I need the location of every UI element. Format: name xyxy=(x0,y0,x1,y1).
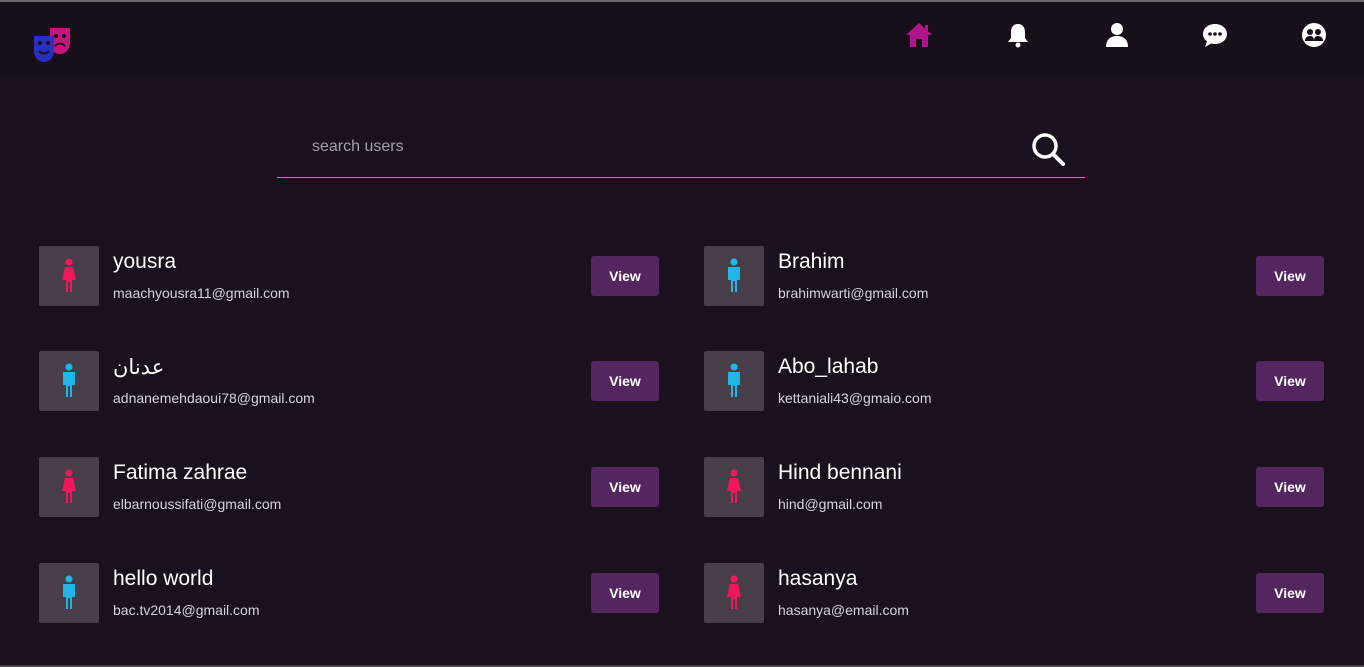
avatar xyxy=(704,246,764,306)
user-name: yousra xyxy=(113,250,177,273)
view-button[interactable]: View xyxy=(591,361,659,401)
male-icon xyxy=(63,575,75,609)
user-email: kettaniali43@gmaio.com xyxy=(778,390,932,406)
female-icon xyxy=(62,258,76,292)
view-button[interactable]: View xyxy=(1256,467,1324,507)
user-name: Fatima zahrae xyxy=(113,461,248,484)
view-button[interactable]: View xyxy=(1256,256,1324,296)
avatar xyxy=(704,563,764,623)
female-icon xyxy=(727,469,741,503)
search-bar xyxy=(277,118,1085,178)
chat-icon[interactable] xyxy=(1200,20,1230,50)
user-card: hello world bac.tv2014@gmail.com View xyxy=(39,563,659,625)
female-icon xyxy=(727,575,741,609)
user-name: Abo_lahab xyxy=(778,355,879,378)
user-name: hello world xyxy=(113,567,214,590)
avatar xyxy=(704,351,764,411)
user-card: Abo_lahab kettaniali43@gmaio.com View xyxy=(704,351,1324,413)
user-email: hasanya@email.com xyxy=(778,602,909,618)
user-name: Brahim xyxy=(778,250,845,273)
user-email: adnanemehdaoui78@gmail.com xyxy=(113,390,315,406)
avatar xyxy=(704,457,764,517)
search-input[interactable] xyxy=(277,118,997,176)
avatar xyxy=(39,563,99,623)
user-card: Fatima zahrae elbarnoussifati@gmail.com … xyxy=(39,457,659,519)
user-card: hasanya hasanya@email.com View xyxy=(704,563,1324,625)
search-icon[interactable] xyxy=(1029,130,1067,168)
avatar xyxy=(39,246,99,306)
view-button[interactable]: View xyxy=(591,573,659,613)
avatar xyxy=(39,351,99,411)
users-circle-icon[interactable] xyxy=(1299,20,1329,50)
user-email: brahimwarti@gmail.com xyxy=(778,285,929,301)
male-icon xyxy=(728,258,740,292)
avatar xyxy=(39,457,99,517)
user-name: عدنان xyxy=(113,356,165,379)
user-card: Hind bennani hind@gmail.com View xyxy=(704,457,1324,519)
user-email: bac.tv2014@gmail.com xyxy=(113,602,260,618)
view-button[interactable]: View xyxy=(1256,361,1324,401)
view-button[interactable]: View xyxy=(1256,573,1324,613)
user-card: yousra maachyousra11@gmail.com View xyxy=(39,246,659,308)
male-icon xyxy=(63,363,75,397)
user-card: Brahim brahimwarti@gmail.com View xyxy=(704,246,1324,308)
user-name: Hind bennani xyxy=(778,461,902,484)
user-email: hind@gmail.com xyxy=(778,496,883,512)
user-icon[interactable] xyxy=(1102,20,1132,50)
navbar xyxy=(0,2,1364,76)
user-name: hasanya xyxy=(778,567,858,590)
user-card: عدنان adnanemehdaoui78@gmail.com View xyxy=(39,351,659,413)
bell-icon[interactable] xyxy=(1003,20,1033,50)
male-icon xyxy=(728,363,740,397)
user-email: maachyousra11@gmail.com xyxy=(113,285,290,301)
theater-masks-logo[interactable] xyxy=(32,26,72,64)
home-icon[interactable] xyxy=(904,20,934,50)
view-button[interactable]: View xyxy=(591,467,659,507)
female-icon xyxy=(62,469,76,503)
view-button[interactable]: View xyxy=(591,256,659,296)
user-email: elbarnoussifati@gmail.com xyxy=(113,496,282,512)
page: yousra maachyousra11@gmail.com View Brah… xyxy=(0,0,1364,667)
